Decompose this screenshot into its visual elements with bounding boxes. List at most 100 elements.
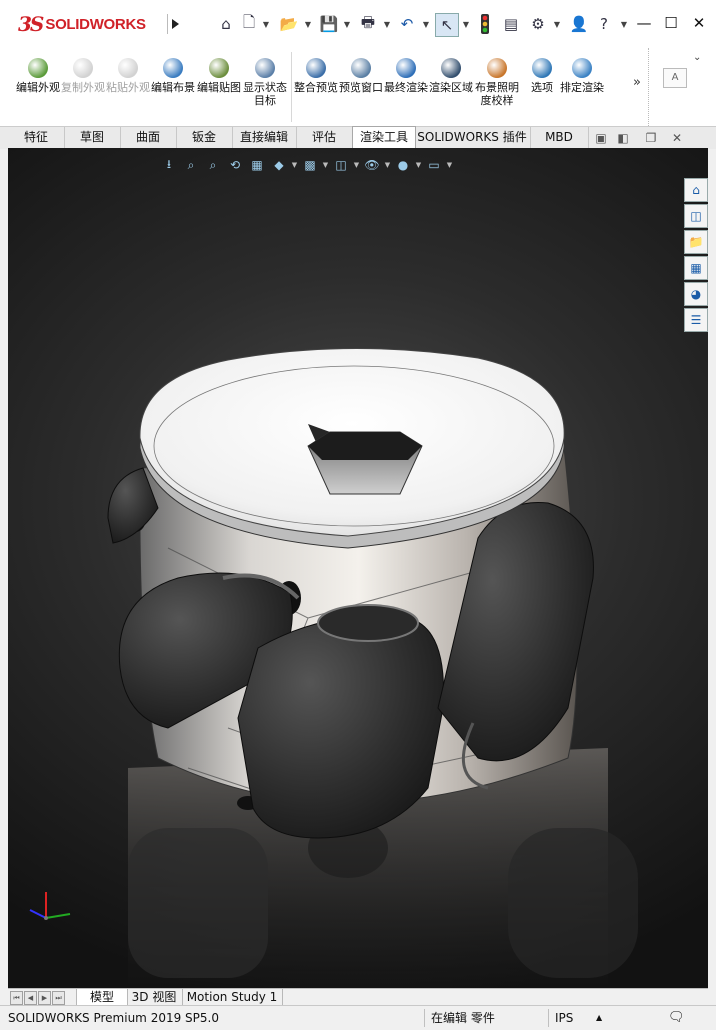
next-tab-button[interactable]: ▶ <box>38 991 51 1005</box>
select-icon[interactable]: ↖ <box>435 13 459 37</box>
font-style-icon[interactable]: A <box>663 68 687 88</box>
mecanum-wheel-model[interactable] <box>8 148 708 988</box>
ribbon-button-8-label: 最终渲染 <box>384 81 428 94</box>
ribbon-button-4-icon <box>209 58 229 78</box>
bottom-tab-2[interactable]: Motion Study 1 <box>182 989 283 1005</box>
ribbon-button-5[interactable]: 显示状态目标 <box>243 58 287 107</box>
tab-6[interactable]: 渲染工具 <box>352 126 416 150</box>
logo-name: SOLIDWORKS <box>45 15 146 33</box>
ribbon-button-7-label: 预览窗口 <box>339 81 383 94</box>
product-version: SOLIDWORKS Premium 2019 SP5.0 <box>8 1011 219 1025</box>
custom-properties-icon[interactable]: ☰ <box>684 308 708 332</box>
open-icon[interactable]: 📂 <box>278 13 300 35</box>
help-dropdown[interactable]: ▼ <box>620 13 628 35</box>
select-dropdown[interactable]: ▼ <box>462 13 470 35</box>
cascade-icon[interactable]: ❐ <box>642 129 660 147</box>
tab-8[interactable]: MBD <box>530 127 589 148</box>
new-dropdown[interactable]: ▼ <box>262 13 270 35</box>
rebuild-icon[interactable] <box>476 13 494 35</box>
ribbon-button-7-icon <box>351 58 371 78</box>
home-icon[interactable]: ⌂ <box>215 13 237 35</box>
prev-tab-button[interactable]: ◀ <box>24 991 37 1005</box>
options-dropdown[interactable]: ▼ <box>553 13 561 35</box>
logo-ds-mark: 3S <box>18 12 44 36</box>
ribbon-button-7[interactable]: 预览窗口 <box>339 58 383 94</box>
view-palette-icon[interactable]: ▦ <box>684 256 708 280</box>
ribbon-button-10[interactable]: 布景照明度校样 <box>475 58 519 107</box>
file-explorer-icon[interactable]: 📁 <box>684 230 708 254</box>
restore-button[interactable]: ☐ <box>660 12 682 34</box>
tile-icon[interactable]: ▣ <box>592 129 610 147</box>
last-tab-button[interactable]: ⏭ <box>52 991 65 1005</box>
status-bar: SOLIDWORKS Premium 2019 SP5.0 在编辑 零件 IPS… <box>0 1005 716 1030</box>
units-status[interactable]: IPS <box>548 1009 595 1027</box>
edit-mode-status: 在编辑 零件 <box>424 1009 543 1027</box>
design-library-icon[interactable]: ◫ <box>684 204 708 228</box>
ribbon-button-11[interactable]: 选项 <box>520 58 564 94</box>
solidworks-logo[interactable]: 3S SOLIDWORKS <box>18 8 164 40</box>
ribbon-button-8-icon <box>396 58 416 78</box>
units-dropdown-icon[interactable]: ▲ <box>596 1009 602 1027</box>
file-properties-icon[interactable]: ▤ <box>500 13 522 35</box>
minimize-button[interactable]: — <box>633 12 655 34</box>
first-tab-button[interactable]: ⏮ <box>10 991 23 1005</box>
open-dropdown[interactable]: ▼ <box>304 13 312 35</box>
bottom-tab-0[interactable]: 模型 <box>76 989 128 1005</box>
tab-0[interactable]: 特征 <box>8 127 65 148</box>
ribbon-button-4-label: 编辑贴图 <box>197 81 241 94</box>
close-doc-icon[interactable]: ✕ <box>668 129 686 147</box>
tab-3[interactable]: 钣金 <box>176 127 233 148</box>
ribbon-button-3[interactable]: 编辑布景 <box>151 58 195 94</box>
options-icon[interactable]: ⚙ <box>527 13 549 35</box>
ribbon-button-11-label: 选项 <box>531 81 553 94</box>
user-icon[interactable]: 👤 <box>570 13 589 35</box>
ribbon-separator <box>291 52 292 122</box>
task-pane-tabs: ⌂ ◫ 📁 ▦ ◕ ☰ <box>684 178 708 332</box>
ribbon-button-12-label: 排定渲染 <box>560 81 604 94</box>
split-icon[interactable]: ◧ <box>614 129 632 147</box>
undo-icon[interactable]: ↶ <box>396 13 418 35</box>
tab-5[interactable]: 评估 <box>296 127 353 148</box>
ribbon-button-2: 粘贴外观 <box>106 58 150 94</box>
ribbon-button-4[interactable]: 编辑贴图 <box>197 58 241 94</box>
save-dropdown[interactable]: ▼ <box>343 13 351 35</box>
solidworks-resources-icon[interactable]: ⌂ <box>684 178 708 202</box>
ribbon-button-6-icon <box>306 58 326 78</box>
ribbon-button-0-label: 编辑外观 <box>16 81 60 94</box>
command-manager-ribbon: 编辑外观 复制外观 粘贴外观 编辑布景 编辑贴图 显示状态目标 整合预览 预览窗口 最终渲染 渲染… <box>0 48 716 126</box>
ribbon-button-2-label: 粘贴外观 <box>106 81 150 94</box>
collapse-ribbon-icon[interactable]: ⌄ <box>693 52 701 63</box>
tab-1[interactable]: 草图 <box>64 127 121 148</box>
tab-4[interactable]: 直接编辑 <box>232 127 297 148</box>
ribbon-button-5-icon <box>255 58 275 78</box>
graphics-area[interactable]: ⭳ ⌕ ⌕ ⟲ ▦ ◆ ▼ ▩ ▼ ◫ ▼ 👁 ▼ ● ▼ ▭ ▼ ⌂ ◫ 📁 … <box>8 148 708 988</box>
ribbon-button-12[interactable]: 排定渲染 <box>560 58 604 94</box>
ribbon-button-11-icon <box>532 58 552 78</box>
tab-7[interactable]: SOLIDWORKS 插件 <box>414 127 531 148</box>
tooltips-icon[interactable]: 🗨 <box>668 1009 698 1027</box>
ribbon-button-0[interactable]: 编辑外观 <box>16 58 60 94</box>
ribbon-button-1-label: 复制外观 <box>61 81 105 94</box>
print-dropdown[interactable]: ▼ <box>383 13 391 35</box>
menu-expand-arrow[interactable] <box>167 14 182 34</box>
ribbon-button-6[interactable]: 整合预览 <box>294 58 338 94</box>
tab-2[interactable]: 曲面 <box>120 127 177 148</box>
print-icon[interactable]: 🖶 <box>357 13 379 35</box>
appearances-icon[interactable]: ◕ <box>684 282 708 306</box>
ribbon-button-6-label: 整合预览 <box>294 81 338 94</box>
ribbon-button-9-icon <box>441 58 461 78</box>
ribbon-more-chevron[interactable]: » <box>633 75 641 90</box>
close-button[interactable]: ✕ <box>688 12 710 34</box>
ribbon-button-2-icon <box>118 58 138 78</box>
ribbon-button-1: 复制外观 <box>61 58 105 94</box>
bottom-tab-1[interactable]: 3D 视图 <box>126 989 183 1005</box>
ribbon-button-8[interactable]: 最终渲染 <box>384 58 428 94</box>
ribbon-button-9[interactable]: 渲染区域 <box>429 58 473 94</box>
undo-dropdown[interactable]: ▼ <box>422 13 430 35</box>
save-icon[interactable]: 💾 <box>318 13 340 35</box>
reference-triad <box>29 892 71 920</box>
ribbon-button-12-icon <box>572 58 592 78</box>
help-icon[interactable]: ? <box>597 13 611 35</box>
ribbon-button-10-icon <box>487 58 507 78</box>
new-document-icon[interactable]: 🗋 <box>240 13 258 35</box>
